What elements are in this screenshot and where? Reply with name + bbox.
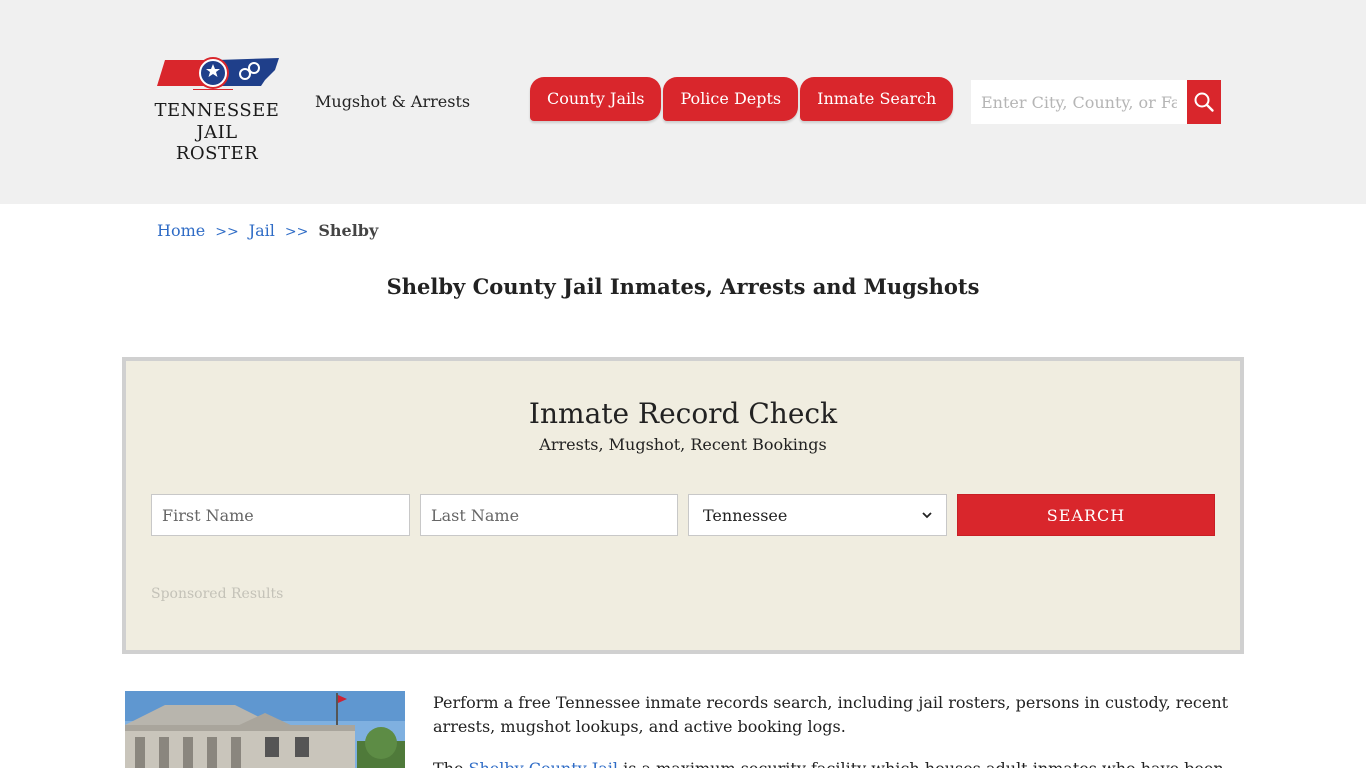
last-name-input[interactable] — [420, 494, 678, 536]
logo-text-line2: JAIL ROSTER — [175, 122, 259, 164]
logo-text-line1: TENNESSEE — [154, 100, 280, 121]
first-name-input[interactable] — [151, 494, 410, 536]
building-illustration — [125, 691, 405, 768]
header-search-input[interactable] — [971, 80, 1187, 124]
state-select-value: Tennessee — [703, 505, 788, 525]
breadcrumb-separator: >> — [215, 224, 239, 240]
breadcrumb-separator: >> — [284, 224, 309, 240]
jail-building-photo — [125, 691, 405, 768]
nav-police-depts[interactable]: Police Depts — [663, 77, 799, 121]
shelby-county-jail-link[interactable]: Shelby County Jail — [469, 759, 618, 768]
record-search-button[interactable]: SEARCH — [957, 494, 1215, 536]
state-select[interactable]: Tennessee — [688, 494, 947, 536]
site-tagline: Mugshot & Arrests — [315, 92, 471, 111]
breadcrumb-home[interactable]: Home — [157, 221, 205, 240]
record-check-subtitle: Arrests, Mugshot, Recent Bookings — [539, 435, 827, 454]
record-check-title: Inmate Record Check — [528, 397, 838, 430]
nav-inmate-search[interactable]: Inmate Search — [800, 77, 954, 121]
chevron-down-icon — [922, 512, 932, 519]
nav-county-jails[interactable]: County Jails — [530, 77, 662, 121]
intro-paragraph-2: The Shelby County Jail is a maximum secu… — [433, 757, 1243, 768]
site-logo[interactable]: TENNESSEE JAIL ROSTER — [153, 56, 283, 164]
sponsored-results-label: Sponsored Results — [151, 586, 284, 602]
breadcrumb-current: Shelby — [318, 221, 379, 240]
breadcrumb-jail[interactable]: Jail — [249, 221, 275, 240]
intro-paragraph: Perform a free Tennessee inmate records … — [433, 693, 1229, 736]
tennessee-map-logo — [157, 57, 279, 90]
inmate-record-check: Inmate Record Check Arrests, Mugshot, Re… — [122, 357, 1244, 654]
intro2-suffix: is a maximum security facility which hou… — [618, 759, 1224, 768]
page-title: Shelby County Jail Inmates, Arrests and … — [386, 274, 980, 299]
search-icon — [1194, 92, 1214, 112]
breadcrumb: Home >> Jail >> Shelby — [157, 221, 378, 240]
site-header: TENNESSEE JAIL ROSTER Mugshot & Arrests … — [0, 0, 1366, 204]
header-search — [971, 80, 1221, 124]
intro2-prefix: The — [433, 759, 469, 768]
main-nav: County Jails Police Depts Inmate Search — [530, 77, 955, 121]
header-search-button[interactable] — [1187, 80, 1221, 124]
